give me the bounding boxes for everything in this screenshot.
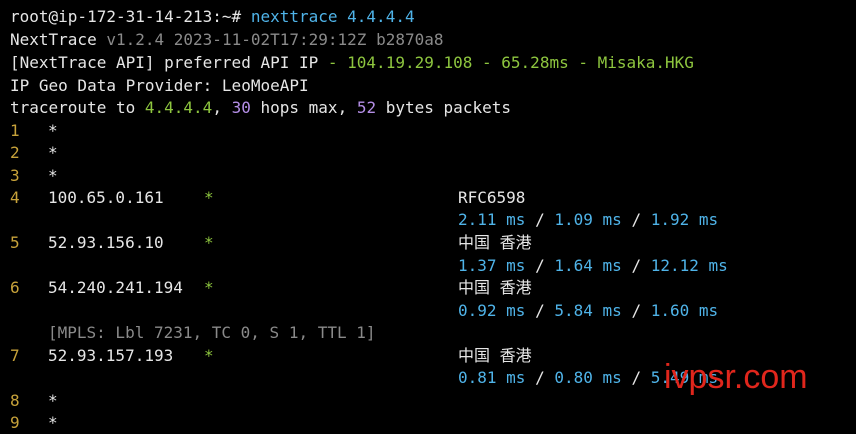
trace-hops: 30: [231, 98, 251, 117]
api-line: [NextTrace API] preferred API IP - 104.1…: [10, 52, 694, 74]
hop-number: 7: [10, 346, 20, 365]
rtt-value: 1.92 ms: [650, 210, 719, 229]
prompt-user-host: root@ip-172-31-14-213:~#: [10, 7, 242, 26]
rtt-separator: /: [535, 368, 545, 387]
hop-timeout-star: *: [48, 413, 58, 432]
hop-asn-star: *: [204, 188, 214, 207]
terminal-window[interactable]: root@ip-172-31-14-213:~# nexttrace 4.4.4…: [0, 0, 856, 434]
traceroute-line: traceroute to 4.4.4.4, 30 hops max, 52 b…: [10, 97, 511, 119]
trace-hops-text: hops max,: [260, 98, 348, 117]
hop-asn-star: *: [204, 278, 214, 297]
hop-geo: 中国 香港: [458, 233, 532, 252]
rtt-value: 1.37 ms: [458, 256, 526, 275]
rtt-value: 1.09 ms: [554, 210, 622, 229]
rtt-value: 0.92 ms: [458, 301, 526, 320]
hop-ip: 52.93.156.10: [48, 233, 164, 252]
rtt-value: 0.80 ms: [554, 368, 622, 387]
hop-rtt-line: 0.92 ms / 5.84 ms / 1.60 ms: [458, 300, 718, 322]
hop-ip: 100.65.0.161: [48, 188, 164, 207]
rtt-separator: /: [535, 210, 545, 229]
hop-number: 2: [10, 143, 20, 162]
rtt-value: 0.81 ms: [458, 368, 526, 387]
version-line: NextTrace v1.2.4 2023-11-02T17:29:12Z b2…: [10, 29, 444, 51]
hop-rtt-line: 2.11 ms / 1.09 ms / 1.92 ms: [458, 209, 718, 231]
rtt-separator: /: [631, 210, 642, 229]
hop-ip: 52.93.157.193: [48, 346, 174, 365]
rtt-separator: /: [535, 301, 545, 320]
hop-timeout-star: *: [48, 166, 58, 185]
trace-target: 4.4.4.4: [144, 98, 213, 117]
hop-geo: 中国 香港: [458, 346, 532, 365]
hop-number: 8: [10, 391, 20, 410]
command-text: nexttrace 4.4.4.4: [250, 7, 415, 26]
hop-number: 3: [10, 166, 20, 185]
hop-asn-star: *: [204, 346, 214, 365]
rtt-value: 5.84 ms: [554, 301, 622, 320]
rtt-value: 12.12 ms: [650, 256, 728, 275]
hop-number: 9: [10, 413, 20, 432]
version-info: v1.2.4 2023-11-02T17:29:12Z b2870a8: [106, 30, 444, 49]
trace-bytes-text: bytes packets: [385, 98, 511, 117]
rtt-separator: /: [631, 301, 642, 320]
rtt-value: 1.60 ms: [650, 301, 719, 320]
hop-ip: 54.240.241.194: [48, 278, 183, 297]
api-prefix: [NextTrace API] preferred API IP: [10, 53, 319, 72]
hop-rtt-line: 1.37 ms / 1.64 ms / 12.12 ms: [458, 255, 728, 277]
prompt-line: root@ip-172-31-14-213:~# nexttrace 4.4.4…: [10, 6, 415, 28]
rtt-separator: /: [631, 368, 642, 387]
hop-asn-star: *: [204, 233, 214, 252]
api-info: - 104.19.29.108 - 65.28ms - Misaka.HKG: [327, 53, 694, 72]
hop-number: 4: [10, 188, 20, 207]
watermark-logo: ivpsr.com: [664, 358, 808, 396]
hop-geo: RFC6598: [458, 188, 526, 207]
trace-comma: ,: [212, 98, 222, 117]
trace-prefix: traceroute to: [10, 98, 136, 117]
trace-bytes: 52: [356, 98, 377, 117]
geo-provider-line: IP Geo Data Provider: LeoMoeAPI: [10, 76, 309, 95]
mpls-label-info: [MPLS: Lbl 7231, TC 0, S 1, TTL 1]: [48, 323, 376, 342]
rtt-separator: /: [535, 256, 545, 275]
hop-number: 1: [10, 121, 20, 140]
hop-timeout-star: *: [48, 121, 58, 140]
hop-number: 6: [10, 278, 20, 297]
rtt-value: 2.11 ms: [458, 210, 526, 229]
hop-geo: 中国 香港: [458, 278, 532, 297]
rtt-value: 1.64 ms: [554, 256, 622, 275]
hop-timeout-star: *: [48, 391, 58, 410]
hop-timeout-star: *: [48, 143, 58, 162]
app-name: NextTrace: [10, 30, 97, 49]
rtt-separator: /: [631, 256, 642, 275]
hop-number: 5: [10, 233, 20, 252]
